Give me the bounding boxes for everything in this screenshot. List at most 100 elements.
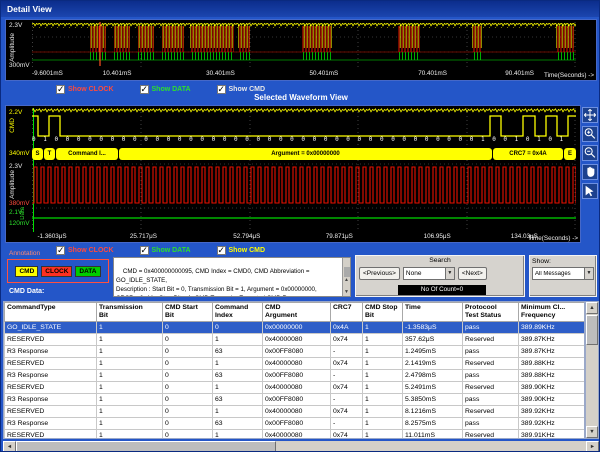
table-row[interactable]: RESERVED 1 0 1 0x40000080 0x74 1 8.1216mS Reserv… <box>4 405 584 418</box>
scroll-down-button[interactable]: ▼ <box>586 426 598 438</box>
table-cell: 1 <box>362 357 403 370</box>
column-header[interactable]: Time <box>402 302 463 322</box>
table-row[interactable]: RESERVED 1 0 1 0x40000080 0x74 1 357.62μS Reserv… <box>4 333 584 346</box>
column-header[interactable]: Protocool Test Status <box>462 302 519 322</box>
annotation-title: Annotation <box>9 250 41 257</box>
select-tool-button[interactable] <box>582 183 598 199</box>
table-cell: 1 <box>362 393 403 406</box>
scroll-up-button[interactable]: ▲ <box>586 302 598 314</box>
checkbox-label: Show DATA <box>151 86 191 93</box>
table-cell: 63 <box>212 369 263 382</box>
table-row[interactable]: R3 Response 1 0 63 0x00FF8080-1 2.4798mS pass 3… <box>4 369 584 382</box>
overview-y-axis-label: Amplitude <box>9 33 16 62</box>
table-cell: Reserved <box>462 405 519 418</box>
scrollbar-track[interactable] <box>276 441 586 451</box>
column-header[interactable]: CommandType <box>4 302 97 322</box>
table-cell: - <box>330 369 363 382</box>
show-filter-dropdown[interactable]: All Messages ▼ <box>532 267 594 280</box>
data-legend-chip: DATA <box>75 265 101 277</box>
cursor-icon <box>585 185 594 197</box>
table-row[interactable]: RESERVED 1 0 1 0x40000080 0x74 1 5.2491mS Reserv… <box>4 381 584 394</box>
column-header[interactable]: Transmission Bit <box>96 302 163 322</box>
column-header[interactable]: CMD Argument <box>262 302 331 322</box>
table-cell: 0 <box>162 393 213 406</box>
table-cell: 389.88KHz <box>518 369 584 382</box>
column-header[interactable]: Minimum Cl... Frequency <box>518 302 584 322</box>
table-cell: 0x40000080 <box>262 357 331 370</box>
table-cell: 0x40000080 <box>262 429 331 438</box>
overview-waveform-panel[interactable]: 2.3V Amplitude 300mV -9.6001mS 10.401mS … <box>5 19 597 81</box>
table-cell: 0x00FF8080 <box>262 345 331 358</box>
table-cell: 63 <box>212 345 263 358</box>
table-vertical-scrollbar[interactable]: ▲ ▼ <box>585 301 599 439</box>
column-header[interactable]: Command Index <box>212 302 263 322</box>
cmd-data-textbox[interactable]: CMD = 0x400000000095, CMD Index = CMD0, … <box>113 257 351 297</box>
table-cell: 1 <box>212 429 263 438</box>
show-panel: Show: All Messages ▼ <box>529 255 597 297</box>
table-cell: 5.2491mS <box>402 381 463 394</box>
scrollbar-thumb[interactable] <box>16 441 276 451</box>
table-row[interactable]: RESERVED 1 0 1 0x40000080 0x74 1 2.1419mS Reserv… <box>4 357 584 370</box>
selected-waveform-plot[interactable] <box>32 108 576 232</box>
table-cell: 63 <box>212 393 263 406</box>
table-cell: 8.1216mS <box>402 405 463 418</box>
table-cell: 1 <box>96 333 163 346</box>
table-cell: 1 <box>212 405 263 418</box>
show-cmd-checkbox-2[interactable]: ✓ Show CMD <box>216 246 265 255</box>
table-cell: 389.92KHz <box>518 405 584 418</box>
table-row[interactable]: R3 Response 1 0 63 0x00FF8080-1 8.2575mS pass 3… <box>4 417 584 430</box>
table-cell: 0 <box>162 417 213 430</box>
column-header[interactable]: CMD Stop Bit <box>362 302 403 322</box>
show-data-checkbox-2[interactable]: ✓ Show DATA <box>139 246 191 255</box>
table-cell: 1 <box>362 321 403 334</box>
table-cell: 389.92KHz <box>518 417 584 430</box>
table-row[interactable]: RESERVED 1 0 1 0x40000080 0x74 1 11.011mS Reserv… <box>4 429 584 438</box>
clock-waveform <box>32 166 576 204</box>
table-cell: 1 <box>96 357 163 370</box>
table-cell: 1 <box>362 429 403 438</box>
scrollbar-thumb[interactable] <box>586 315 598 345</box>
scrollbar-thumb[interactable] <box>344 267 350 277</box>
selected-waveform-panel[interactable]: 2.2V CMD 340mV 2.3V Amplitude 380mV 2.1V… <box>5 105 581 243</box>
table-cell: R3 Response <box>4 369 97 382</box>
table-cell: 1 <box>212 357 263 370</box>
table-row[interactable]: R3 Response 1 0 63 0x00FF8080-1 1.2495mS pass 3… <box>4 345 584 358</box>
cmd-data-scrollbar[interactable]: ▲ ▼ <box>342 258 350 296</box>
x-tick: 79.871μS <box>325 233 353 240</box>
overview-plot[interactable] <box>32 22 576 68</box>
table-row[interactable]: GO_IDLE_STATE 1 0 0 0x00000000 0x4A 1 -1.3583μS… <box>4 321 584 334</box>
search-field-dropdown[interactable]: None ▼ <box>402 267 455 280</box>
annotation-start-bit: S <box>32 148 43 160</box>
table-cell: 8.2575mS <box>402 417 463 430</box>
column-header[interactable]: CMD Start Bit <box>162 302 213 322</box>
table-cell: 1 <box>96 417 163 430</box>
x-tick: 70.401mS <box>418 70 447 77</box>
title-bar[interactable]: Detail View <box>1 1 599 17</box>
main-x-axis-title: Time(Seconds) -> <box>528 235 578 242</box>
table-row[interactable]: R3 Response 1 0 63 0x00FF8080-1 5.3850mS pass 3… <box>4 393 584 406</box>
table-cell: 11.011mS <box>402 429 463 438</box>
table-cell: 1 <box>96 381 163 394</box>
x-tick: 90.401mS <box>505 70 534 77</box>
table-cell: 1 <box>362 345 403 358</box>
table-cell: RESERVED <box>4 405 97 418</box>
annotation-end-bit: E <box>564 148 576 160</box>
show-clock-checkbox-2[interactable]: ✓ Show CLOCK <box>56 246 114 255</box>
table-cell: 357.62μS <box>402 333 463 346</box>
table-cell: 389.88KHz <box>518 357 584 370</box>
hand-tool-button[interactable] <box>582 164 598 180</box>
zoom-in-button[interactable] <box>582 126 598 142</box>
table-cell: RESERVED <box>4 429 97 438</box>
main-x-axis: -1.3603μS 25.717μS 52.794μS 79.871μS 106… <box>32 233 576 243</box>
detail-view-window: Detail View 2.3V Amplitude 300mV -9.6001… <box>0 0 600 452</box>
column-header[interactable]: CRC7 <box>330 302 363 322</box>
next-button[interactable]: <Next> <box>457 267 487 280</box>
table-cell: 0 <box>162 429 213 438</box>
previous-button[interactable]: <Previous> <box>359 267 400 280</box>
zoom-out-button[interactable] <box>582 145 598 161</box>
pan-button[interactable] <box>582 107 598 123</box>
scroll-right-button[interactable]: ► <box>586 441 599 451</box>
scroll-left-button[interactable]: ◄ <box>3 441 16 451</box>
table-cell: R3 Response <box>4 417 97 430</box>
table-horizontal-scrollbar[interactable]: ◄ ► <box>3 441 599 451</box>
